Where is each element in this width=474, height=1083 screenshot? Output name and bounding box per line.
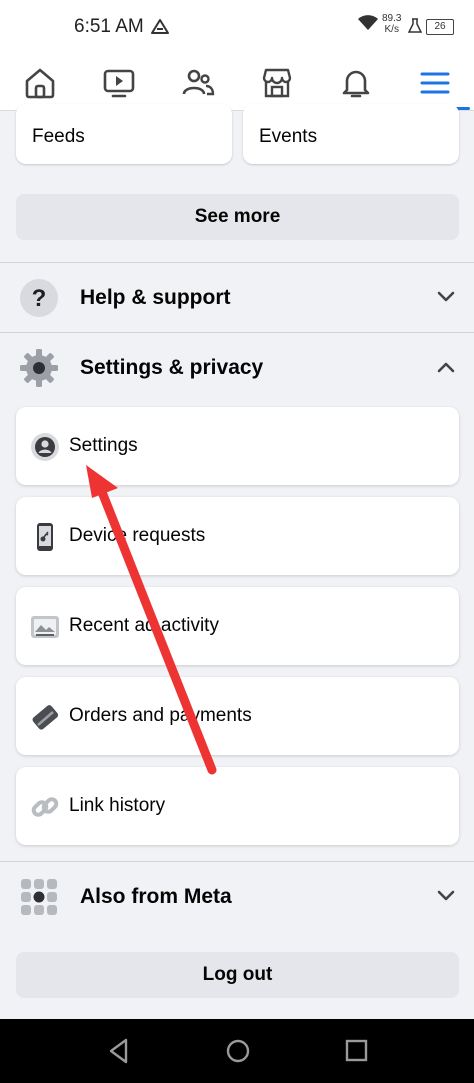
home-circle-icon[interactable] xyxy=(224,1037,252,1065)
shortcut-label-feeds: Feeds xyxy=(32,126,85,147)
see-more-button[interactable]: See more xyxy=(16,194,459,240)
nav-home[interactable] xyxy=(0,56,79,110)
payment-card-icon xyxy=(32,705,59,730)
chevron-up-icon xyxy=(437,362,455,373)
shortcut-card-events[interactable]: Events xyxy=(243,104,459,164)
settings-privacy-label: Settings & privacy xyxy=(80,356,264,379)
top-nav-bar xyxy=(0,56,474,111)
also-from-meta-row[interactable]: Also from Meta xyxy=(0,863,474,931)
menu-label-link-history: Link history xyxy=(69,795,166,816)
shortcut-label-events: Events xyxy=(259,126,318,147)
drive-icon xyxy=(150,17,170,42)
friends-icon xyxy=(182,69,214,96)
svg-text:?: ? xyxy=(32,285,47,312)
also-from-meta-label: Also from Meta xyxy=(80,885,232,908)
marketplace-icon xyxy=(262,68,291,98)
menu-label-device-requests: Device requests xyxy=(69,525,206,546)
nav-video[interactable] xyxy=(79,56,158,110)
ad-activity-icon xyxy=(31,616,59,638)
settings-privacy-row[interactable]: Settings & privacy xyxy=(0,334,474,402)
flask-icon xyxy=(407,18,423,39)
status-bar: 6:51 AM 89.3 K/s 26 xyxy=(0,0,474,56)
help-support-row[interactable]: ? Help & support xyxy=(0,264,474,332)
menu-label-recent-ad-activity: Recent ad activity xyxy=(69,615,219,636)
recents-icon[interactable] xyxy=(343,1037,369,1065)
divider xyxy=(0,861,474,862)
nav-marketplace[interactable] xyxy=(237,56,316,110)
divider xyxy=(0,262,474,263)
network-speed: 89.3 K/s xyxy=(382,13,402,35)
divider xyxy=(0,332,474,333)
apps-grid-icon xyxy=(21,879,57,915)
help-icon: ? xyxy=(20,279,58,317)
nav-notifications[interactable] xyxy=(316,56,395,110)
chevron-down-icon xyxy=(437,890,455,901)
notifications-icon xyxy=(342,70,369,98)
video-icon xyxy=(103,69,134,98)
back-icon[interactable] xyxy=(106,1037,132,1065)
wifi-icon xyxy=(357,14,379,37)
log-out-button[interactable]: Log out xyxy=(16,952,459,998)
link-icon xyxy=(31,797,59,817)
gear-icon xyxy=(20,349,58,387)
help-support-label: Help & support xyxy=(80,286,231,309)
menu-icon xyxy=(420,72,449,94)
status-time: 6:51 AM xyxy=(74,16,144,37)
nav-friends[interactable] xyxy=(158,56,237,110)
menu-item-settings[interactable]: Settings xyxy=(16,407,459,485)
menu-label-orders-payments: Orders and payments xyxy=(69,705,252,726)
device-phone-icon xyxy=(37,523,53,551)
chevron-down-icon xyxy=(437,291,455,302)
menu-item-link-history[interactable]: Link history xyxy=(16,767,459,845)
system-nav-bar xyxy=(0,1019,474,1083)
profile-settings-icon xyxy=(31,433,59,461)
menu-label-settings: Settings xyxy=(69,435,138,456)
menu-item-device-requests[interactable]: Device requests xyxy=(16,497,459,575)
battery-indicator: 26 xyxy=(426,19,454,35)
menu-item-orders-payments[interactable]: Orders and payments xyxy=(16,677,459,755)
shortcut-card-feeds[interactable]: Feeds xyxy=(16,104,232,164)
home-icon xyxy=(25,68,54,99)
menu-item-recent-ad-activity[interactable]: Recent ad activity xyxy=(16,587,459,665)
nav-menu[interactable] xyxy=(395,56,474,110)
